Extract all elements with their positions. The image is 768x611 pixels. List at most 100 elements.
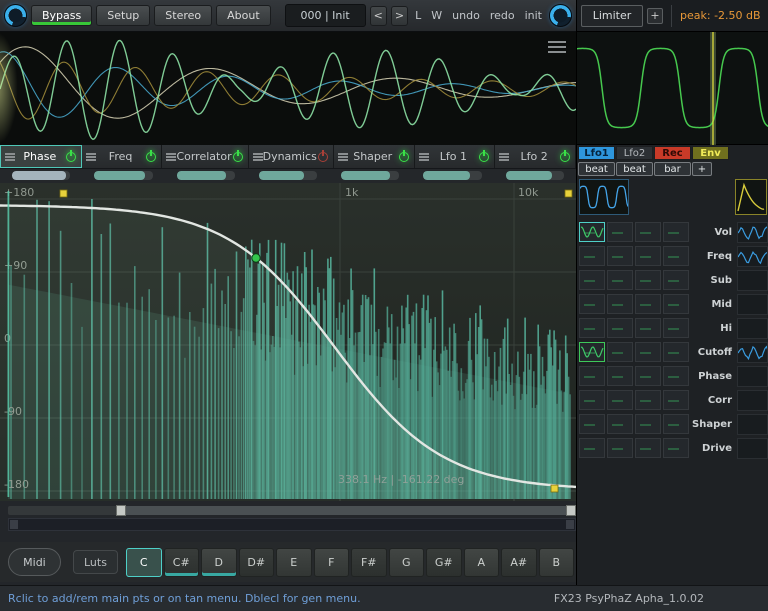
matrix-slot[interactable] <box>607 222 633 242</box>
osc-menu-icon[interactable] <box>548 41 566 53</box>
matrix-slot[interactable] <box>607 414 633 434</box>
luts-button[interactable]: Luts <box>73 550 118 574</box>
bypass-button[interactable]: Bypass <box>31 5 92 26</box>
mod-source-env[interactable]: Env <box>692 146 729 160</box>
tab-menu-icon[interactable] <box>253 153 263 161</box>
matrix-target-thumb[interactable] <box>737 318 768 339</box>
matrix-target-thumb[interactable] <box>737 414 768 435</box>
matrix-slot[interactable] <box>607 390 633 410</box>
key-b[interactable]: B <box>539 548 575 577</box>
matrix-slot[interactable] <box>663 342 689 362</box>
matrix-slot[interactable] <box>663 246 689 266</box>
preset-display[interactable]: 000 | Init <box>285 4 366 27</box>
tab-power-icon[interactable] <box>317 151 329 163</box>
tab-menu-icon[interactable] <box>499 153 509 161</box>
output-gain-knob[interactable] <box>549 4 572 27</box>
key-d[interactable]: D <box>201 548 237 577</box>
lfo-scope[interactable] <box>577 32 768 145</box>
tab-shaper[interactable]: Shaper <box>334 145 415 168</box>
tab-freq[interactable]: Freq <box>82 145 163 168</box>
module-mix-slider[interactable] <box>165 169 247 183</box>
matrix-slot[interactable] <box>607 438 633 458</box>
matrix-slot[interactable] <box>663 222 689 242</box>
matrix-slot[interactable] <box>579 366 605 386</box>
scroll-handle-left[interactable] <box>116 505 126 516</box>
mod-source-lfo1[interactable]: Lfo1 <box>578 146 615 160</box>
matrix-slot[interactable] <box>607 270 633 290</box>
sync-mode-2-bar[interactable]: bar <box>654 162 691 176</box>
module-mix-slider[interactable] <box>247 169 329 183</box>
module-mix-slider[interactable] <box>329 169 411 183</box>
tab-menu-icon[interactable] <box>86 153 96 161</box>
key-a[interactable]: A <box>464 548 500 577</box>
zoom-scrollbar[interactable] <box>8 506 576 533</box>
wet-button[interactable]: W <box>428 5 445 26</box>
tab-menu-icon[interactable] <box>5 153 15 161</box>
phase-editor-canvas[interactable]: +180+900-90-1801k10k338.1 Hz | -161.22 d… <box>0 183 576 501</box>
sync-mode-1-beat[interactable]: beat <box>616 162 653 176</box>
matrix-slot[interactable] <box>663 414 689 434</box>
oscilloscope-display[interactable] <box>0 32 576 145</box>
matrix-slot[interactable] <box>579 270 605 290</box>
tab-power-icon[interactable] <box>65 151 77 163</box>
matrix-target-thumb[interactable] <box>737 390 768 411</box>
matrix-target-thumb[interactable] <box>737 438 768 459</box>
key-c[interactable]: C <box>126 548 162 577</box>
matrix-slot[interactable] <box>635 414 661 434</box>
key-e[interactable]: E <box>276 548 312 577</box>
matrix-slot[interactable] <box>635 294 661 314</box>
matrix-slot[interactable] <box>579 342 605 362</box>
module-mix-slider[interactable] <box>411 169 493 183</box>
matrix-slot[interactable] <box>607 342 633 362</box>
matrix-slot[interactable] <box>579 246 605 266</box>
key-fs[interactable]: F# <box>351 548 387 577</box>
scroll-track[interactable] <box>8 506 576 515</box>
module-mix-slider[interactable] <box>494 169 576 183</box>
scroll-handle-right[interactable] <box>566 505 576 516</box>
matrix-slot[interactable] <box>579 294 605 314</box>
matrix-slot[interactable] <box>579 318 605 338</box>
matrix-slot[interactable] <box>663 390 689 410</box>
matrix-slot[interactable] <box>663 366 689 386</box>
key-cs[interactable]: C# <box>164 548 200 577</box>
matrix-slot[interactable] <box>663 270 689 290</box>
matrix-slot[interactable] <box>635 270 661 290</box>
undo-button[interactable]: undo <box>449 5 483 26</box>
setup-button[interactable]: Setup <box>96 5 150 26</box>
matrix-slot[interactable] <box>663 438 689 458</box>
matrix-slot[interactable] <box>663 318 689 338</box>
next-preset-button[interactable]: > <box>391 6 408 26</box>
redo-button[interactable]: redo <box>487 5 518 26</box>
matrix-target-thumb[interactable] <box>737 366 768 387</box>
tab-power-icon[interactable] <box>478 151 490 163</box>
init-button[interactable]: init <box>522 5 545 26</box>
phase-editor[interactable]: +180+900-90-1801k10k338.1 Hz | -161.22 d… <box>0 183 576 501</box>
scroll-range[interactable] <box>120 506 573 515</box>
module-mix-slider[interactable] <box>0 169 82 183</box>
matrix-target-thumb[interactable] <box>737 342 768 363</box>
sync-mode-0-beat[interactable]: beat <box>578 162 615 176</box>
matrix-target-thumb[interactable] <box>737 246 768 267</box>
matrix-target-thumb[interactable] <box>737 294 768 315</box>
sync-add-button[interactable]: + <box>692 162 712 176</box>
left-channel-button[interactable]: L <box>412 5 424 26</box>
matrix-slot[interactable] <box>579 222 605 242</box>
tab-lfo-2[interactable]: Lfo 2 <box>495 145 576 168</box>
tab-correlator[interactable]: Correlator <box>162 145 248 168</box>
matrix-slot[interactable] <box>635 390 661 410</box>
about-button[interactable]: About <box>216 5 271 26</box>
stereo-button[interactable]: Stereo <box>154 5 212 26</box>
tab-menu-icon[interactable] <box>338 153 348 161</box>
input-gain-knob[interactable] <box>4 4 27 27</box>
env-thumbnail[interactable] <box>735 179 767 215</box>
matrix-slot[interactable] <box>579 438 605 458</box>
limiter-add-button[interactable]: + <box>647 8 663 24</box>
matrix-slot[interactable] <box>635 222 661 242</box>
matrix-slot[interactable] <box>635 438 661 458</box>
scroll-overview[interactable] <box>8 518 576 531</box>
limiter-mode-select[interactable]: Limiter <box>581 5 643 27</box>
mod-source-lfo2[interactable]: Lfo2 <box>616 146 653 160</box>
matrix-slot[interactable] <box>635 342 661 362</box>
matrix-slot[interactable] <box>607 318 633 338</box>
matrix-slot[interactable] <box>635 246 661 266</box>
